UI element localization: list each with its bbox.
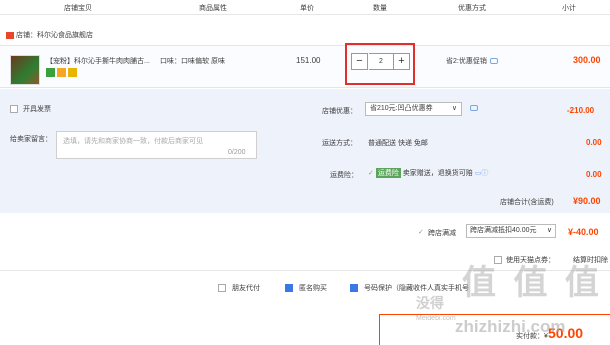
shipping-label: 运送方式： [322,140,357,147]
header-qty: 数量 [373,5,387,12]
promo-info: 省2:优惠促销 [446,56,498,66]
header-price: 单价 [300,5,314,12]
quantity-increase-button[interactable]: + [393,53,410,70]
chevron-down-icon: ∨ [451,105,457,112]
insurance-option[interactable]: ✓ 运费险 卖家赠送，退换货可赔 ▭ⓘ [368,168,488,178]
cross-shop-amount: ¥-40.00 [568,227,599,237]
shop-total-amount: ¥90.00 [573,196,601,206]
privacy-checkbox[interactable] [350,284,358,293]
cross-shop-select[interactable]: 跨店满减抵扣40.00元 ∨ [466,224,556,238]
quantity-input[interactable]: 2 [369,53,393,70]
watermark-logo: 值 值 值 [462,264,603,302]
watermark-domain: zhizhizhi.com [455,317,566,336]
seven-day-return-icon [46,68,55,77]
item-subtotal: 300.00 [573,55,601,65]
insurance-label: 运费险： [330,172,358,179]
shipping-value: 普通配送 快递 免邮 [368,140,428,147]
header-subtotal: 小计 [562,5,576,12]
product-badges [46,68,79,79]
chat-icon[interactable] [489,58,498,65]
product-title[interactable]: 【宠粉】科尔沁手撕牛肉肉脯古... [46,56,150,66]
shipping-amount: 0.00 [586,138,602,147]
item-row [0,45,610,88]
help-icon[interactable]: ⓘ [481,170,488,177]
cart-header: 店铺宝贝 商品属性 单价 数量 优惠方式 小计 [0,0,610,15]
invoice-label: 开具发票 [22,106,51,113]
coupon-select[interactable]: 省210元:凹凸优惠券 ∨ [365,102,462,116]
shop-icon [6,31,14,39]
anonymous-option[interactable]: 匿名购买 [285,283,327,293]
anonymous-checkbox[interactable] [285,284,293,293]
watermark-site: Meidebi.com [416,315,456,322]
quantity-decrease-button[interactable]: − [351,53,368,70]
shop-name[interactable]: 店铺：科尔沁食品旗舰店 [6,30,93,40]
check-icon: ✓ [368,170,374,177]
guarantee-icon [57,68,66,77]
coupon-amount: -210.00 [567,106,595,115]
privacy-option[interactable]: 号码保护（隐藏收件人真实手机号 [350,283,469,293]
cross-shop-label: 跨店满减 [428,230,456,237]
friend-pay-option[interactable]: 朋友代付 [218,283,260,293]
insurance-amount: 0.00 [586,170,602,179]
watermark-text: 没得 [416,295,444,311]
shop-total-label: 店铺合计(含运费) [500,199,554,206]
product-thumbnail[interactable] [10,55,40,85]
coupon-label: 店铺优惠： [322,108,357,115]
header-item: 店铺宝贝 [64,5,92,12]
product-attributes: 口味：口味偏软 原味 [160,58,225,65]
insurance-tag: 运费险 [375,168,401,178]
chat-icon[interactable] [470,105,478,111]
friend-pay-checkbox[interactable] [218,284,226,293]
credit-card-icon [68,68,77,77]
message-input[interactable]: 选填，请先和商家协商一致，付款后商家可见 [56,131,257,159]
chevron-down-icon: ∨ [546,227,552,234]
message-char-count: 0/200 [228,149,246,156]
invoice-checkbox[interactable] [10,105,18,114]
header-attr: 商品属性 [199,5,227,12]
unit-price: 151.00 [296,56,321,65]
header-promo: 优惠方式 [458,5,486,12]
invoice-option[interactable]: 开具发票 [10,104,51,114]
cross-shop-check-icon: ✓ [418,229,424,236]
message-label: 给卖家留言： [10,136,52,143]
insurance-value: 卖家赠送，退换货可赔 [402,170,473,177]
